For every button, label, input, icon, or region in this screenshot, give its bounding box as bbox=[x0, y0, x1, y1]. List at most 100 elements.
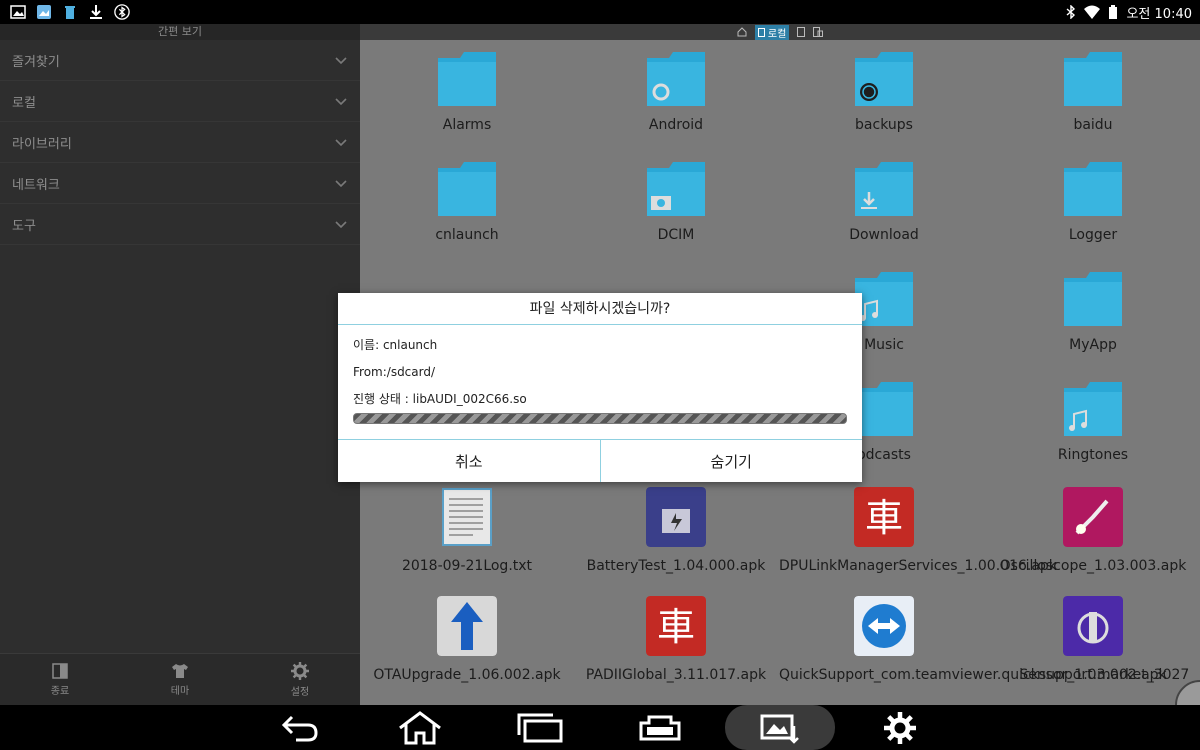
file-item[interactable]: Sensor_1.03.002.apk bbox=[988, 596, 1198, 684]
teamviewer-app-icon bbox=[854, 596, 914, 656]
ota-upgrade-app-icon bbox=[437, 596, 497, 656]
home-icon bbox=[399, 710, 441, 744]
sidebar-item-library[interactable]: 라이브러리 bbox=[0, 122, 360, 163]
file-name: Ringtones bbox=[1057, 447, 1129, 463]
folder-icon bbox=[438, 162, 496, 216]
clock: 오전 10:40 bbox=[1126, 6, 1192, 22]
sidebar-item-label: 라이브러리 bbox=[12, 136, 72, 152]
exit-button[interactable]: 종료 bbox=[0, 654, 120, 705]
text-file-icon bbox=[442, 488, 492, 546]
chevron-down-icon bbox=[335, 139, 347, 147]
launch-icon bbox=[639, 715, 681, 740]
file-name: Oscilloscope_1.03.003.apk bbox=[999, 558, 1187, 574]
file-name: QuickSupport_com.teamviewer.quicksupport… bbox=[779, 667, 1190, 683]
source-path-line: From:/sdcard/ bbox=[353, 365, 436, 379]
recent-apps-icon bbox=[517, 713, 563, 742]
sidebar: 간편 보기 즐겨찾기 로컬 라이브러리 네트워크 도구 종료 테마 설정 bbox=[0, 24, 360, 705]
folder-download-icon bbox=[855, 162, 913, 216]
settings-button[interactable]: 설정 bbox=[240, 654, 360, 705]
file-item[interactable]: Oscilloscope_1.03.003.apk bbox=[988, 487, 1198, 575]
delete-confirm-dialog: 파일 삭제하시겠습니까? 이름: cnlaunch From:/sdcard/ … bbox=[338, 293, 862, 482]
dpulink-app-icon: 車 bbox=[854, 487, 914, 547]
bluetooth-icon bbox=[1067, 5, 1076, 19]
file-item[interactable]: 2018-09-21Log.txt bbox=[362, 487, 572, 575]
gear-icon bbox=[884, 711, 916, 744]
breadcrumb: 로컬 bbox=[360, 24, 1200, 40]
sidebar-item-favorites[interactable]: 즐겨찾기 bbox=[0, 40, 360, 81]
screenshot-button[interactable] bbox=[725, 705, 835, 750]
file-name: backups bbox=[855, 117, 913, 133]
file-item[interactable]: Ringtones bbox=[988, 382, 1198, 464]
chevron-down-icon bbox=[335, 57, 347, 65]
file-name: OTAUpgrade_1.06.002.apk bbox=[373, 667, 561, 683]
file-item[interactable]: 車 DPULinkManagerServices_1.00.016.apk bbox=[779, 487, 1057, 575]
phone-icon bbox=[757, 27, 765, 37]
file-name: Sensor_1.03.002.apk bbox=[1019, 667, 1167, 683]
breadcrumb-local[interactable]: 로컬 bbox=[754, 24, 790, 40]
folder-icon bbox=[1064, 52, 1122, 106]
file-item[interactable]: Download bbox=[779, 162, 989, 244]
file-item[interactable]: Logger bbox=[988, 162, 1198, 244]
dialog-title: 파일 삭제하시겠습니까? bbox=[338, 293, 862, 325]
file-name: Download bbox=[849, 227, 919, 243]
battery-test-app-icon bbox=[646, 487, 706, 547]
devices-icon[interactable] bbox=[813, 27, 824, 37]
file-name: baidu bbox=[1073, 117, 1113, 133]
file-name: MyApp bbox=[1069, 337, 1117, 353]
back-button[interactable] bbox=[240, 705, 360, 750]
sidebar-item-label: 즐겨찾기 bbox=[12, 54, 60, 70]
content-area: 간편 보기 즐겨찾기 로컬 라이브러리 네트워크 도구 종료 테마 설정 로컬 … bbox=[0, 24, 1200, 705]
launch-button[interactable] bbox=[600, 705, 720, 750]
download-icon bbox=[90, 5, 102, 19]
theme-button[interactable]: 테마 bbox=[120, 654, 240, 705]
file-name: Logger bbox=[1068, 227, 1118, 243]
recent-apps-button[interactable] bbox=[480, 705, 600, 750]
gear-icon bbox=[291, 661, 309, 680]
home-button[interactable] bbox=[360, 705, 480, 750]
folder-icon bbox=[1064, 162, 1122, 216]
file-name: 2018-09-21Log.txt bbox=[401, 558, 533, 574]
gallery-icon bbox=[37, 5, 51, 19]
sidebar-toolbar: 종료 테마 설정 bbox=[0, 653, 360, 705]
battery-icon bbox=[1109, 5, 1118, 19]
folder-backup-icon bbox=[855, 52, 913, 106]
cancel-button[interactable]: 취소 bbox=[338, 440, 600, 482]
exit-label: 종료 bbox=[50, 685, 70, 697]
home-icon[interactable] bbox=[737, 27, 747, 37]
sidebar-title: 간편 보기 bbox=[0, 24, 360, 40]
dialog-buttons: 취소 숨기기 bbox=[338, 439, 862, 482]
file-name: cnlaunch bbox=[435, 227, 499, 243]
sidebar-item-local[interactable]: 로컬 bbox=[0, 81, 360, 122]
folder-android-icon bbox=[647, 52, 705, 106]
hide-button[interactable]: 숨기기 bbox=[599, 440, 863, 482]
back-icon bbox=[281, 715, 318, 741]
file-item[interactable]: OTAUpgrade_1.06.002.apk bbox=[362, 596, 572, 684]
file-item[interactable]: Alarms bbox=[362, 52, 572, 134]
folder-ringtone-icon bbox=[1064, 382, 1122, 436]
screenshot-icon bbox=[760, 714, 799, 744]
status-bar: 오전 10:40 bbox=[0, 0, 1200, 24]
settings-label: 설정 bbox=[290, 686, 310, 698]
folder-icon bbox=[855, 382, 913, 436]
navigation-bar bbox=[0, 705, 1200, 750]
sidebar-item-tools[interactable]: 도구 bbox=[0, 204, 360, 245]
progress-status-line: 진행 상태 : libAUDI_002C66.so bbox=[353, 392, 527, 406]
phone-icon[interactable] bbox=[797, 27, 806, 37]
chevron-down-icon bbox=[335, 98, 347, 106]
scroll-corner-icon[interactable] bbox=[1168, 673, 1200, 705]
file-item[interactable]: backups bbox=[779, 52, 989, 134]
sidebar-item-network[interactable]: 네트워크 bbox=[0, 163, 360, 204]
file-item[interactable]: BatteryTest_1.04.000.apk bbox=[571, 487, 781, 575]
file-item[interactable]: QuickSupport_com.teamviewer.quicksupport… bbox=[779, 596, 1190, 684]
file-item[interactable]: cnlaunch bbox=[362, 162, 572, 244]
file-item[interactable]: 車 PADIIGlobal_3.11.017.apk bbox=[571, 596, 781, 684]
file-name: Android bbox=[648, 117, 704, 133]
file-item[interactable]: MyApp bbox=[988, 272, 1198, 354]
chevron-down-icon bbox=[335, 221, 347, 229]
file-item[interactable]: Android bbox=[571, 52, 781, 134]
file-item[interactable]: baidu bbox=[988, 52, 1198, 134]
folder-camera-icon bbox=[647, 162, 705, 216]
file-item[interactable]: DCIM bbox=[571, 162, 781, 244]
file-name: BatteryTest_1.04.000.apk bbox=[586, 558, 766, 574]
settings-nav-button[interactable] bbox=[840, 705, 960, 750]
